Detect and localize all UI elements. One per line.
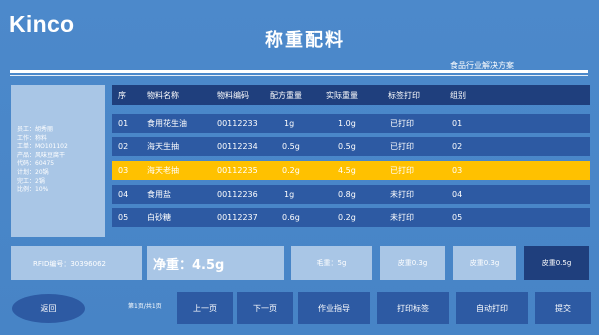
cell-group: 03: [452, 166, 463, 175]
col-header-label-print: 标签打印: [388, 90, 420, 100]
work-guide-button[interactable]: 作业指导: [298, 292, 370, 324]
col-header-material-code: 物料编码: [217, 90, 249, 100]
col-header-recipe-weight: 配方重量: [270, 90, 302, 100]
cell-index: 03: [118, 166, 129, 175]
table-row[interactable]: 02 海天生抽 00112234 0.5g 0.5g 已打印 02: [112, 137, 590, 156]
net-weight-display: 净重：4.5g: [147, 246, 284, 280]
cell-index: 05: [118, 213, 129, 222]
cell-recipe-weight: 0.2g: [282, 166, 300, 175]
cell-index: 02: [118, 142, 129, 151]
info-plan: 计划：20锅: [17, 168, 49, 176]
col-header-index: 序: [118, 90, 126, 100]
print-label-button[interactable]: 打印标签: [377, 292, 449, 324]
rfid-display: RFID编号：30396062: [11, 246, 142, 280]
auto-print-button[interactable]: 自动打印: [456, 292, 528, 324]
rfid-number: RFID编号：30396062: [33, 260, 106, 268]
cell-group: 05: [452, 213, 463, 222]
table-row[interactable]: 05 白砂糖 00112237 0.6g 0.2g 未打印 05: [112, 208, 590, 227]
info-completed: 完工：2锅: [17, 177, 45, 185]
cell-material-code: 00112233: [217, 119, 258, 128]
table-row[interactable]: 04 食用盐 00112236 1g 0.8g 未打印 04: [112, 185, 590, 204]
cell-group: 01: [452, 119, 463, 128]
cell-actual-weight: 0.2g: [338, 213, 356, 222]
cell-actual-weight: 0.5g: [338, 142, 356, 151]
cell-material-name: 食用花生油: [147, 119, 187, 128]
table-row-selected[interactable]: 03 海天老抽 00112235 0.2g 4.5g 已打印 03: [112, 161, 590, 180]
next-page-button[interactable]: 下一页: [237, 292, 293, 324]
cell-index: 01: [118, 119, 129, 128]
cell-material-name: 海天生抽: [147, 142, 179, 151]
info-work-order: 工单：MO101102: [17, 143, 68, 151]
cell-material-name: 食用盐: [147, 190, 171, 199]
cell-group: 02: [452, 142, 463, 151]
col-header-material-name: 物料名称: [147, 90, 179, 100]
hmi-screen: Kinco 称重配料 食品行业解决方案 员工：胡秀丽 工作：称料 工单：MO10…: [0, 0, 599, 335]
cell-recipe-weight: 0.5g: [282, 142, 300, 151]
header-divider: [10, 70, 588, 73]
cell-material-name: 海天老抽: [147, 166, 179, 175]
tare-button-3-active[interactable]: 皮重0.5g: [524, 246, 589, 280]
kinco-logo: Kinco: [9, 11, 75, 37]
gross-weight-display: 毛重：5g: [291, 246, 372, 280]
header-divider-thin: [10, 75, 588, 76]
cell-material-code: 00112237: [217, 213, 258, 222]
cell-actual-weight: 1.0g: [338, 119, 356, 128]
cell-label-status: 未打印: [390, 190, 414, 199]
info-job: 工作：称料: [17, 134, 48, 142]
cell-label-status: 已打印: [390, 166, 414, 175]
cell-label-status: 未打印: [390, 213, 414, 222]
tare-button-2[interactable]: 皮重0.3g: [453, 246, 516, 280]
net-weight-value: 净重：4.5g: [153, 258, 225, 273]
info-code: 代码：60475: [17, 160, 55, 168]
page-indicator: 第1页/共1页: [128, 303, 162, 310]
prev-page-button[interactable]: 上一页: [177, 292, 233, 324]
submit-button[interactable]: 提交: [535, 292, 591, 324]
cell-actual-weight: 4.5g: [338, 166, 356, 175]
cell-actual-weight: 0.8g: [338, 190, 356, 199]
order-info-panel: 员工：胡秀丽 工作：称料 工单：MO101102 产品：风味豆腐干 代码：604…: [11, 85, 105, 237]
col-header-actual-weight: 实际重量: [326, 90, 358, 100]
tare-button-1[interactable]: 皮重0.3g: [380, 246, 445, 280]
info-ratio: 比例：10%: [17, 186, 49, 194]
cell-recipe-weight: 1g: [284, 190, 295, 199]
cell-recipe-weight: 0.6g: [282, 213, 300, 222]
table-row[interactable]: 01 食用花生油 00112233 1g 1.0g 已打印 01: [112, 114, 590, 133]
order-info-list: 员工：胡秀丽 工作：称料 工单：MO101102 产品：风味豆腐干 代码：604…: [17, 126, 68, 195]
back-button[interactable]: 返回: [12, 294, 85, 323]
cell-recipe-weight: 1g: [284, 119, 295, 128]
cell-label-status: 已打印: [390, 142, 414, 151]
cell-material-code: 00112236: [217, 190, 258, 199]
cell-group: 04: [452, 190, 463, 199]
cell-material-name: 白砂糖: [147, 213, 171, 222]
cell-label-status: 已打印: [390, 119, 414, 128]
page-title: 称重配料: [265, 30, 345, 51]
cell-material-code: 00112234: [217, 142, 258, 151]
info-employee: 员工：胡秀丽: [17, 126, 54, 133]
cell-material-code: 00112235: [217, 166, 258, 175]
cell-index: 04: [118, 190, 129, 199]
table-header-row: 序 物料名称 物料编码 配方重量 实际重量 标签打印 组别: [112, 85, 590, 105]
col-header-group: 组别: [450, 90, 466, 100]
